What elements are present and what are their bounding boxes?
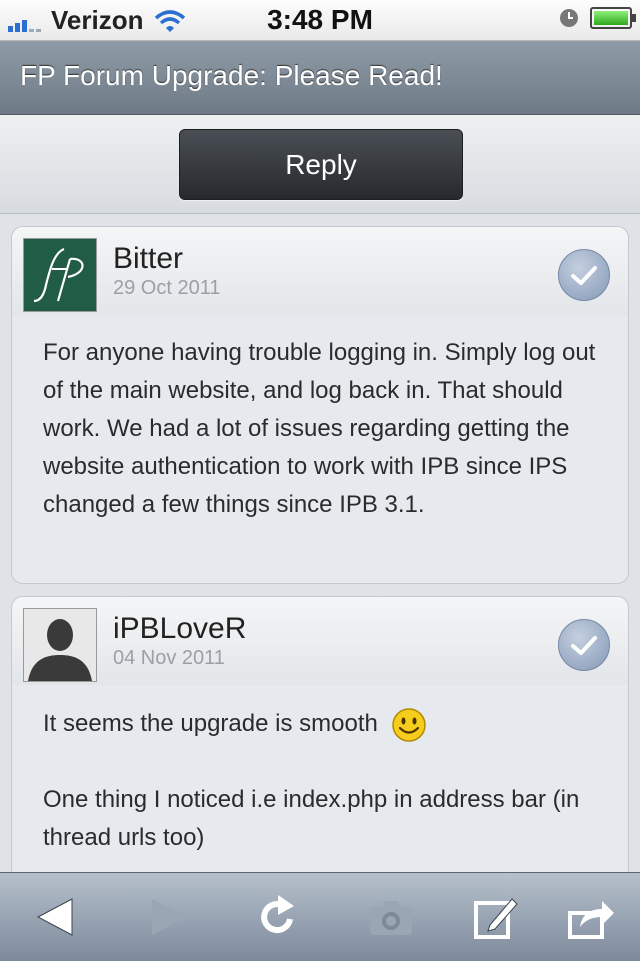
post-text-line: It seems the upgrade is smooth bbox=[43, 710, 378, 737]
post-author[interactable]: Bitter bbox=[113, 242, 183, 276]
title-bar: FP Forum Upgrade: Please Read! bbox=[0, 41, 640, 115]
status-bar: Verizon 3:48 PM bbox=[0, 0, 640, 41]
post-header: Bitter 29 Oct 2011 bbox=[12, 227, 628, 315]
forward-icon[interactable] bbox=[144, 893, 192, 941]
post-body: For anyone having trouble logging in. Si… bbox=[12, 315, 628, 583]
camera-icon[interactable] bbox=[367, 893, 415, 941]
avatar[interactable] bbox=[23, 238, 97, 312]
back-icon[interactable] bbox=[32, 893, 80, 941]
bottom-toolbar bbox=[0, 872, 640, 961]
smiley-icon bbox=[391, 707, 426, 742]
post-text: For anyone having trouble logging in. Si… bbox=[43, 339, 596, 518]
checkmark-icon[interactable] bbox=[558, 619, 610, 671]
post-text: It seems the upgrade is smooth bbox=[43, 705, 597, 743]
post-date: 04 Nov 2011 bbox=[113, 647, 225, 669]
post-date: 29 Oct 2011 bbox=[113, 277, 221, 299]
avatar[interactable] bbox=[23, 608, 97, 682]
refresh-icon[interactable] bbox=[254, 893, 302, 941]
checkmark-icon[interactable] bbox=[558, 249, 610, 301]
post-text: One thing I noticed i.e index.php in add… bbox=[43, 786, 580, 851]
reply-button[interactable]: Reply bbox=[179, 129, 463, 200]
reply-area: Reply bbox=[0, 115, 640, 214]
compose-icon[interactable] bbox=[472, 893, 520, 941]
post-header: iPBLoveR 04 Nov 2011 bbox=[12, 597, 628, 685]
alarm-icon bbox=[560, 9, 578, 27]
post-author[interactable]: iPBLoveR bbox=[113, 612, 246, 646]
fp-logo-icon bbox=[24, 239, 96, 311]
post-card: Bitter 29 Oct 2011 For anyone having tro… bbox=[11, 226, 629, 584]
person-icon bbox=[24, 609, 96, 681]
battery-icon bbox=[590, 7, 636, 29]
share-icon[interactable] bbox=[568, 893, 616, 941]
page-title: FP Forum Upgrade: Please Read! bbox=[20, 60, 443, 91]
clock: 3:48 PM bbox=[267, 4, 373, 35]
